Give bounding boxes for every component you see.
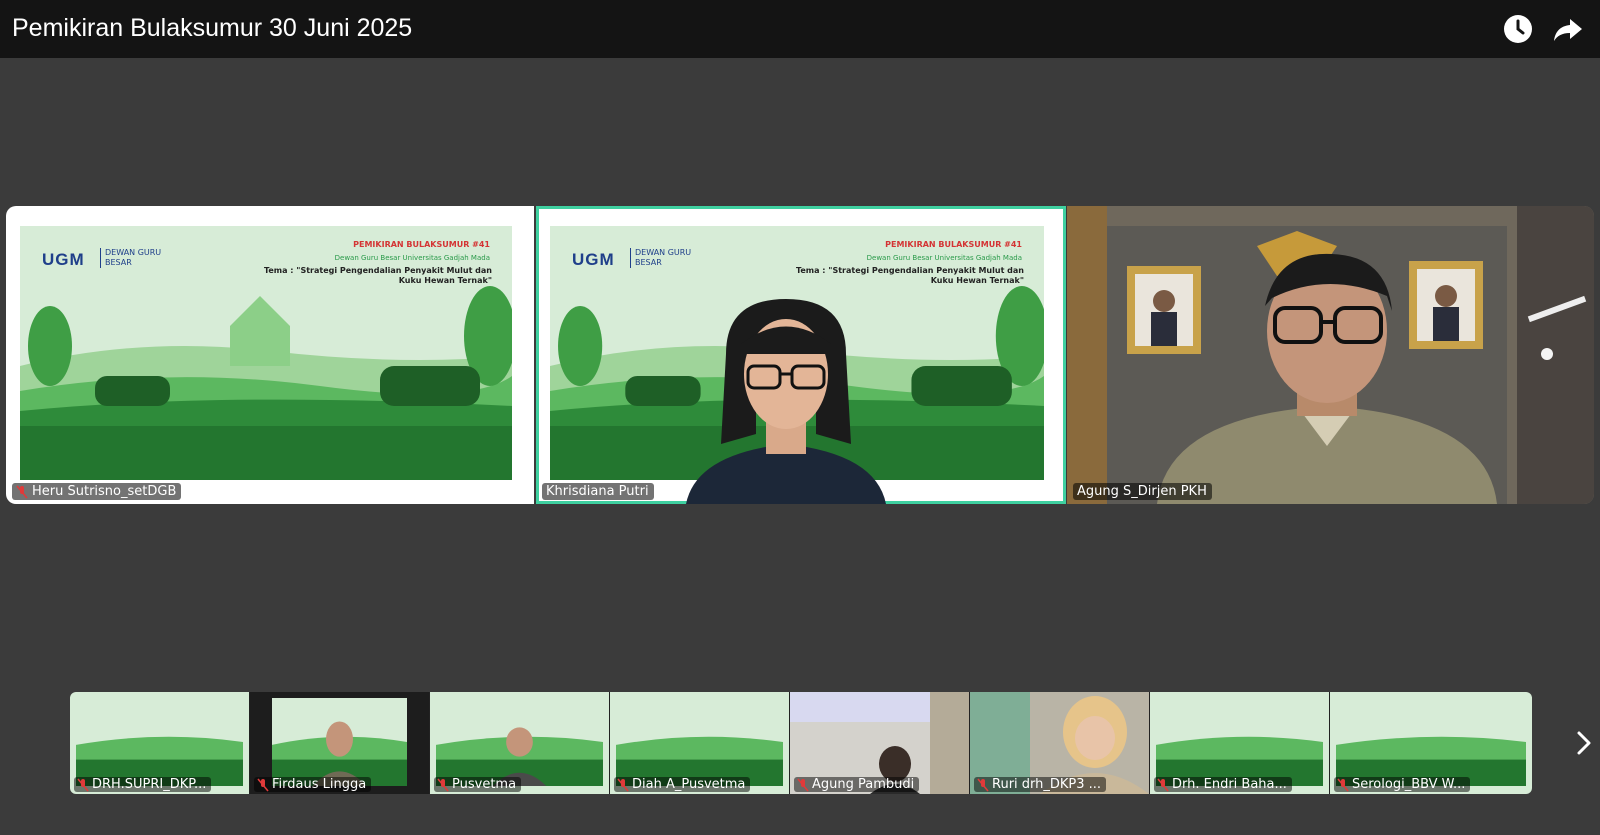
shared-slide [436, 698, 603, 786]
shared-slide [1336, 698, 1526, 786]
participant-strip: DRH.SUPRI_DKP... Firdaus Lingga Pusvetma… [70, 692, 1532, 794]
participant-name: Diah A_Pusvetma [632, 777, 746, 792]
slide-landscape [1156, 736, 1323, 786]
participant-name: Agung Pambudi [812, 777, 915, 792]
participant-thumbnail[interactable]: Diah A_Pusvetma [610, 692, 789, 794]
mic-off-icon [977, 777, 989, 792]
share-icon[interactable] [1552, 13, 1584, 45]
participant-name: Heru Sutrisno_setDGB [32, 484, 177, 499]
shared-slide [272, 698, 407, 786]
slide-landscape [272, 721, 407, 786]
title-bar: Pemikiran Bulaksumur 30 Juni 2025 [0, 0, 1600, 58]
participant-thumbnail[interactable]: DRH.SUPRI_DKP... [70, 692, 249, 794]
slide-landscape [616, 736, 783, 786]
participant-thumbnail[interactable]: Ruri drh_DKP3 ... [970, 692, 1149, 794]
ugm-logo: UGM [42, 250, 85, 269]
participant-nametag: Diah A_Pusvetma [614, 777, 751, 792]
mic-off-icon [1157, 777, 1169, 792]
mic-off-icon [617, 777, 629, 792]
ugm-logo-sub: DEWAN GURU BESAR [630, 248, 710, 268]
chevron-right-icon[interactable] [1574, 727, 1594, 759]
shared-slide [76, 698, 243, 786]
slide-theme: Tema : "Strategi Pengendalian Penyakit M… [795, 266, 1024, 285]
slide-landscape [436, 727, 603, 786]
slide-landscape [1336, 736, 1526, 786]
participant-thumbnail[interactable]: Firdaus Lingga [250, 692, 429, 794]
ugm-logo: UGM [572, 250, 615, 269]
participant-thumbnail[interactable]: Agung Pambudi [790, 692, 969, 794]
participant-nametag: Drh. Endri Baha... [1154, 777, 1292, 792]
participant-name: Serologi_BBV W... [1352, 777, 1466, 792]
meeting-title: Pemikiran Bulaksumur 30 Juni 2025 [12, 14, 413, 42]
slide-landscape [76, 736, 243, 786]
video-tile-heru[interactable]: UGM DEWAN GURU BESAR PEMIKIRAN BULAKSUMU… [6, 206, 534, 504]
participant-nametag: Agung Pambudi [794, 777, 920, 792]
participant-nametag: Pusvetma [434, 777, 522, 792]
ugm-logo-sub: DEWAN GURU BESAR [100, 248, 180, 268]
mic-off-icon [77, 777, 89, 792]
slide-header: PEMIKIRAN BULAKSUMUR #41 [353, 240, 490, 249]
participant-nametag: Ruri drh_DKP3 ... [974, 777, 1107, 792]
participant-nametag: Agung S_Dirjen PKH [1073, 483, 1212, 500]
participant-nametag: Serologi_BBV W... [1334, 777, 1471, 792]
mic-off-icon [16, 484, 28, 499]
participant-nametag: Firdaus Lingga [254, 777, 372, 792]
shared-slide [1156, 698, 1323, 786]
mic-off-icon [437, 777, 449, 792]
participant-nametag: Heru Sutrisno_setDGB [12, 483, 182, 500]
slide-header: PEMIKIRAN BULAKSUMUR #41 [885, 240, 1022, 249]
participant-name: Drh. Endri Baha... [1172, 777, 1287, 792]
slide-theme: Tema : "Strategi Pengendalian Penyakit M… [263, 266, 492, 285]
clock-icon[interactable] [1502, 13, 1534, 45]
video-tile-agung[interactable]: Agung S_Dirjen PKH [1067, 206, 1594, 504]
speaker-figure [1157, 253, 1497, 504]
participant-nametag: Khrisdiana Putri [542, 483, 654, 500]
shared-slide [616, 698, 783, 786]
slide-subheader: Dewan Guru Besar Universitas Gadjah Mada [334, 254, 490, 262]
participant-name: DRH.SUPRI_DKP... [92, 777, 207, 792]
slide-subheader: Dewan Guru Besar Universitas Gadjah Mada [866, 254, 1022, 262]
participant-name: Firdaus Lingga [272, 777, 367, 792]
participant-name: Khrisdiana Putri [546, 484, 649, 499]
slide-landscape [20, 286, 512, 480]
mic-off-icon [797, 777, 809, 792]
participant-thumbnail[interactable]: Pusvetma [430, 692, 609, 794]
mic-off-icon [1337, 777, 1349, 792]
participant-name: Pusvetma [452, 777, 517, 792]
participant-name: Ruri drh_DKP3 ... [992, 777, 1102, 792]
shared-slide: UGM DEWAN GURU BESAR PEMIKIRAN BULAKSUMU… [20, 226, 512, 480]
participant-thumbnail[interactable]: Drh. Endri Baha... [1150, 692, 1329, 794]
participant-nametag: DRH.SUPRI_DKP... [74, 777, 212, 792]
participant-thumbnail[interactable]: Serologi_BBV W... [1330, 692, 1532, 794]
speaker-figure [686, 299, 886, 504]
participant-name: Agung S_Dirjen PKH [1077, 484, 1207, 499]
mic-off-icon [257, 777, 269, 792]
video-tile-khrisdiana[interactable]: UGM DEWAN GURU BESAR PEMIKIRAN BULAKSUMU… [536, 206, 1066, 504]
